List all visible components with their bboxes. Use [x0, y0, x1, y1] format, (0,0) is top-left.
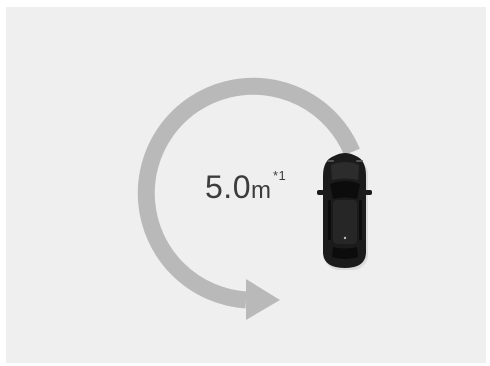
arrow-head-icon [246, 279, 280, 320]
turning-radius-label: 5.0m*1 [205, 168, 287, 205]
car-top-view-icon [317, 153, 372, 270]
footnote-marker: *1 [272, 168, 287, 183]
turning-radius-value: 5.0 [205, 169, 251, 205]
turning-radius-unit: m [250, 177, 271, 204]
